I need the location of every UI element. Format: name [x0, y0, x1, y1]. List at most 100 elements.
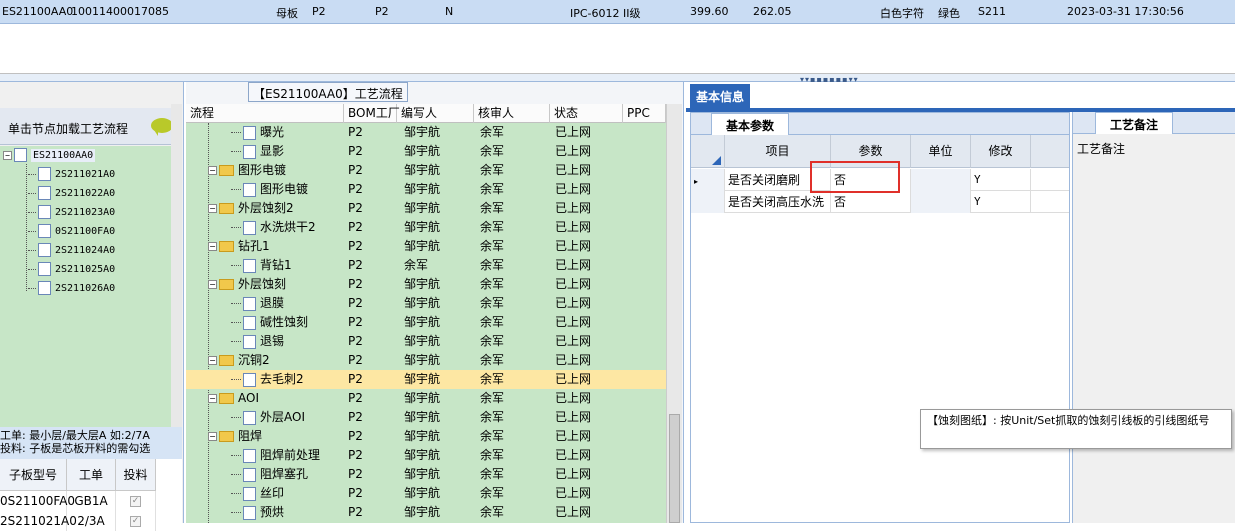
status-cell: 已上网 [555, 258, 592, 272]
sort-corner-icon [712, 156, 721, 165]
collapse-icon[interactable]: − [208, 166, 217, 175]
writer-cell: 邹宇航 [404, 201, 441, 215]
table-row[interactable]: 退锡 P2 邹宇航 余军 已上网 [186, 332, 666, 351]
collapse-icon[interactable]: − [208, 204, 217, 213]
scroll-thumb[interactable] [669, 414, 680, 523]
tree-child-node[interactable]: 2S211023A0 [28, 205, 115, 223]
table-row[interactable]: 外层AOI P2 邹宇航 余军 已上网 [186, 408, 666, 427]
col-header-model[interactable]: 子板型号 [0, 459, 67, 491]
board-code: ES21100AA0 [2, 5, 74, 18]
table-row[interactable]: 曝光 P2 邹宇航 余军 已上网 [186, 123, 666, 142]
table-row[interactable]: 去毛刺2 P2 邹宇航 余军 已上网 [186, 370, 666, 389]
table-row[interactable]: 碱性蚀刻 P2 邹宇航 余军 已上网 [186, 313, 666, 332]
process-notes-label: 工艺备注 [1077, 142, 1126, 156]
col-header-order[interactable]: 工单 [67, 459, 116, 491]
table-row[interactable]: 图形电镀 P2 邹宇航 余军 已上网 [186, 180, 666, 199]
document-icon [38, 224, 51, 238]
collapse-icon[interactable]: − [208, 280, 217, 289]
table-row[interactable]: 显影 P2 邹宇航 余军 已上网 [186, 142, 666, 161]
bom-cell: P2 [348, 125, 363, 139]
process-name-cell: 背钻1 [231, 256, 292, 275]
col-header-bom[interactable]: BOM工厂 [344, 104, 400, 123]
collapse-icon[interactable]: − [3, 150, 12, 160]
tab-basic-info[interactable]: 基本信息 [690, 84, 751, 108]
table-row[interactable]: 阻焊塞孔 P2 邹宇航 余军 已上网 [186, 465, 666, 484]
table-row[interactable]: − 外层蚀刻2 P2 邹宇航 余军 已上网 [186, 199, 666, 218]
bom-cell: P2 [348, 410, 363, 424]
grid-cell-model[interactable]: 0S21100FA0 [0, 491, 75, 511]
col-header-reviewer[interactable]: 核审人 [474, 104, 550, 123]
grid-cell-order[interactable]: GB1A [67, 491, 116, 511]
param-modify-cell[interactable]: Y [971, 191, 1031, 213]
param-tabbar: 基本参数 [691, 113, 1069, 135]
param-row[interactable]: 是否关闭高压水洗否 Y [691, 191, 1069, 213]
table-row[interactable]: − 阻焊 P2 邹宇航 余军 已上网 [186, 427, 666, 446]
row-selector[interactable]: ▸ [691, 169, 725, 191]
status-cell: 已上网 [555, 372, 592, 386]
feed-checkbox[interactable]: ✓ [130, 516, 141, 527]
horizontal-splitter[interactable]: ▾▾▪▪▪▪▪▪▾▾ [0, 74, 1235, 84]
tab-basic-params[interactable]: 基本参数 [711, 113, 790, 135]
grid-cell-feed[interactable]: ✓ [116, 511, 156, 531]
table-row[interactable]: − AOI P2 邹宇航 余军 已上网 [186, 389, 666, 408]
table-row[interactable]: − 外层蚀刻 P2 邹宇航 余军 已上网 [186, 275, 666, 294]
table-row[interactable]: − 图形电镀 P2 邹宇航 余军 已上网 [186, 161, 666, 180]
process-name-cell: − 外层蚀刻 [208, 277, 287, 291]
param-unit-cell[interactable] [911, 191, 971, 213]
process-name-cell: 预烘 [231, 503, 284, 522]
grid-cell-feed[interactable]: ✓ [116, 491, 156, 511]
table-row[interactable]: 背钻1 P2 余军 余军 已上网 [186, 256, 666, 275]
col-header-feed[interactable]: 投料 [116, 459, 156, 491]
bom-cell: P2 [348, 429, 363, 443]
process-name-cell: 退锡 [231, 332, 284, 351]
folder-icon [219, 241, 234, 252]
table-row[interactable]: 阻焊前处理 P2 邹宇航 余军 已上网 [186, 446, 666, 465]
table-row[interactable]: 丝印 P2 邹宇航 余军 已上网 [186, 484, 666, 503]
feed-checkbox[interactable]: ✓ [130, 496, 141, 507]
status-cell: 已上网 [555, 353, 592, 367]
grid-cell-model[interactable]: 2S211021A0 [0, 511, 77, 531]
writer-cell: 邹宇航 [404, 144, 441, 158]
status-cell: 已上网 [555, 239, 592, 253]
param-modify-cell[interactable]: Y [971, 169, 1031, 191]
tree-root-node[interactable]: − ES21100AA0 [3, 148, 96, 166]
table-row[interactable]: 水洗烘干2 P2 邹宇航 余军 已上网 [186, 218, 666, 237]
speech-bubble-icon[interactable] [151, 118, 173, 136]
table-row[interactable]: 退膜 P2 邹宇航 余军 已上网 [186, 294, 666, 313]
process-name-cell: − AOI [208, 391, 259, 405]
col-header-unit[interactable]: 单位 [911, 135, 971, 168]
col-header-modify[interactable]: 修改 [971, 135, 1031, 168]
tree-child-node[interactable]: 2S211022A0 [28, 186, 115, 204]
tree-child-node[interactable]: 2S211025A0 [28, 262, 115, 280]
col-header-status[interactable]: 状态 [550, 104, 623, 123]
grid-cell-order[interactable]: 2/3A [67, 511, 116, 531]
collapse-icon[interactable]: − [208, 242, 217, 251]
col-header-writer[interactable]: 编写人 [397, 104, 474, 123]
collapse-icon[interactable]: − [208, 432, 217, 441]
datetime: 2023-03-31 17:30:56 [1067, 5, 1184, 18]
process-name-cell: 阻焊前处理 [231, 446, 320, 465]
bom-cell: P2 [348, 505, 363, 519]
mask-color: 绿色 [938, 7, 960, 20]
process-name-cell: 丝印 [231, 484, 284, 503]
collapse-icon[interactable]: − [208, 394, 217, 403]
param-unit-cell[interactable] [911, 169, 971, 191]
tree-child-node[interactable]: 0S21100FA0 [28, 224, 115, 242]
tree-child-node[interactable]: 2S211024A0 [28, 243, 115, 261]
tree-child-node[interactable]: 2S211021A0 [28, 167, 115, 185]
writer-cell: 邹宇航 [404, 410, 441, 424]
table-row[interactable]: − 沉铜2 P2 邹宇航 余军 已上网 [186, 351, 666, 370]
process-grid-scrollbar[interactable] [666, 104, 682, 523]
collapse-icon[interactable]: − [208, 356, 217, 365]
header-info-bar: ES21100AA0 10011400017085 母板 P2 P2 N IPC… [0, 0, 1235, 24]
tab-process-notes[interactable]: 工艺备注 [1095, 112, 1174, 134]
col-header-process[interactable]: 流程 [186, 104, 344, 123]
col-header-ppc[interactable]: PPC [623, 104, 666, 123]
reviewer-cell: 余军 [480, 163, 505, 177]
param-value-cell[interactable]: 否 [831, 191, 911, 213]
row-selector[interactable] [691, 191, 725, 213]
table-row[interactable]: − 钻孔1 P2 邹宇航 余军 已上网 [186, 237, 666, 256]
table-row[interactable]: 预烘 P2 邹宇航 余军 已上网 [186, 503, 666, 522]
dimension-x: 399.60 [690, 5, 729, 18]
tree-child-node[interactable]: 2S211026A0 [28, 281, 115, 299]
